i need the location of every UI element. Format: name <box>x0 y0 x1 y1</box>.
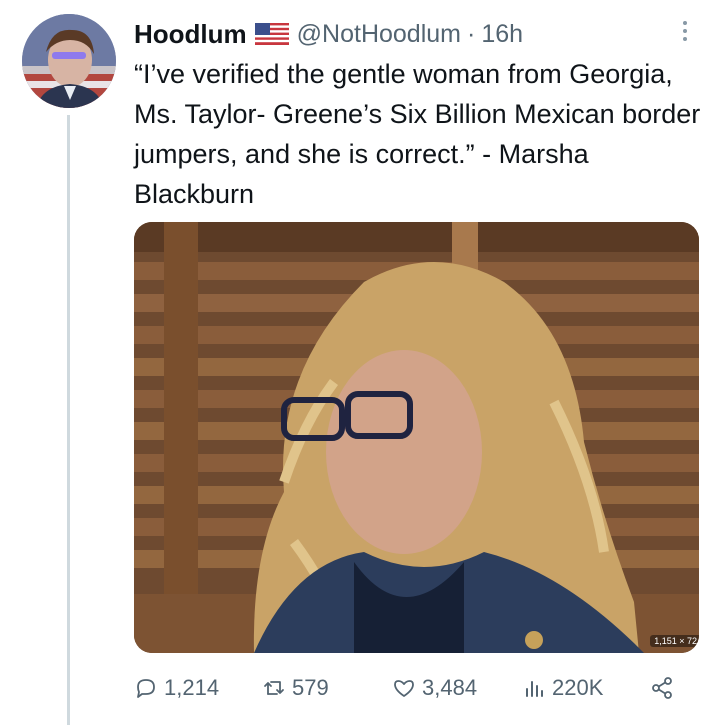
like-count: 3,484 <box>422 675 478 700</box>
more-dots-icon[interactable] <box>672 16 698 46</box>
action-bar: 1,214 579 3,484 220K <box>134 670 694 706</box>
reply-icon <box>134 676 158 700</box>
author-handle[interactable]: @NotHoodlum <box>297 20 461 49</box>
tweet-time[interactable]: 16h <box>481 20 523 49</box>
avatar-image <box>22 14 116 108</box>
tweet-header: Hoodlum @NotHoodlum · 16h <box>134 16 523 52</box>
share-button[interactable] <box>650 670 680 706</box>
tweet-text: “I’ve verified the gentle woman from Geo… <box>134 59 701 209</box>
reply-button[interactable]: 1,214 <box>134 670 219 706</box>
views-chart-icon <box>522 676 546 700</box>
separator-dot: · <box>467 19 476 48</box>
tweet-photo[interactable]: 1,151 × 72 <box>134 222 699 653</box>
retweet-count: 579 <box>292 675 329 700</box>
photo-image <box>134 222 699 653</box>
us-flag-icon <box>254 23 289 45</box>
avatar[interactable] <box>22 14 116 108</box>
thread-line <box>67 115 70 725</box>
retweet-icon <box>262 676 286 700</box>
tweet-card[interactable]: Hoodlum @NotHoodlum · 16h “I’ve verified… <box>0 0 720 725</box>
views-count: 220K <box>552 675 604 700</box>
views-button[interactable]: 220K <box>522 670 603 706</box>
retweet-button[interactable]: 579 <box>262 670 329 706</box>
share-icon <box>650 676 674 700</box>
heart-icon <box>392 676 416 700</box>
like-button[interactable]: 3,484 <box>392 670 477 706</box>
reply-count: 1,214 <box>164 675 220 700</box>
author-name[interactable]: Hoodlum <box>134 19 247 50</box>
image-size-badge: 1,151 × 72 <box>650 635 699 647</box>
